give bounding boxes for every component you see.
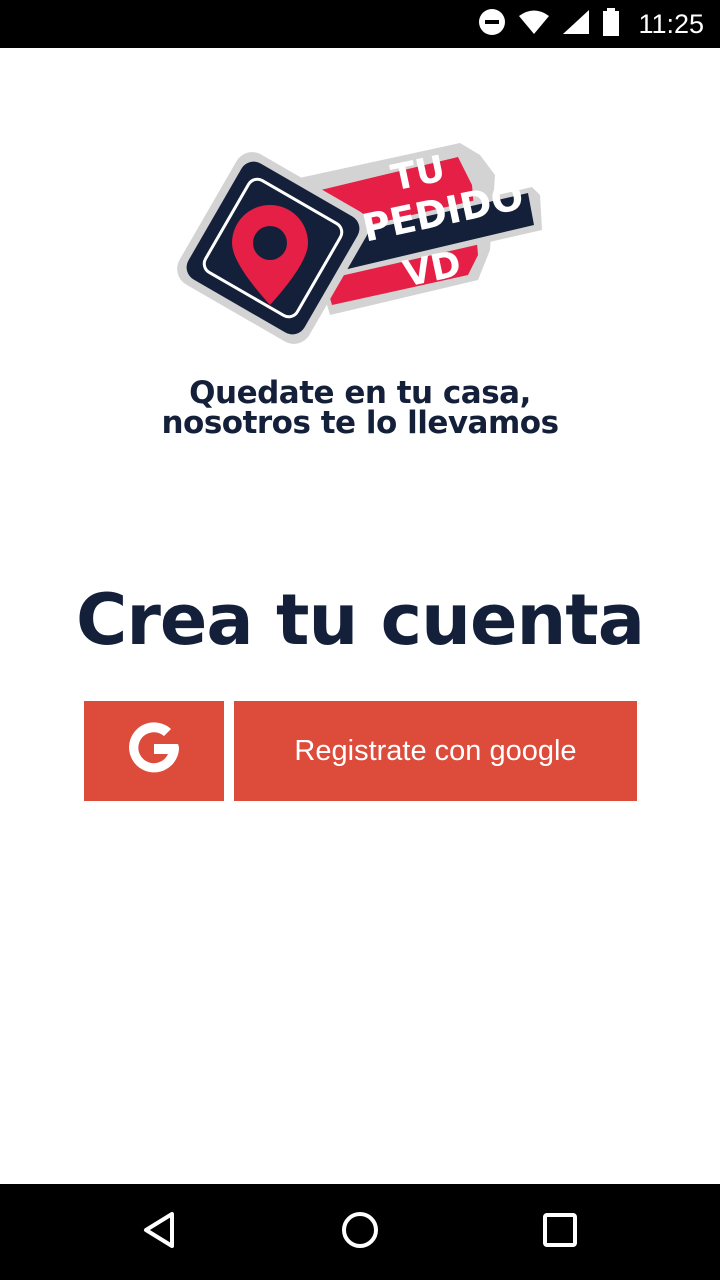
- tagline-line-2: nosotros te lo llevamos: [161, 405, 559, 441]
- logo-graphic: [177, 143, 542, 344]
- recent-apps-icon: [540, 1210, 580, 1255]
- google-g-icon: [123, 718, 185, 785]
- navigation-bar: [0, 1184, 720, 1280]
- status-bar: 11:25: [0, 0, 720, 48]
- battery-icon: [602, 7, 620, 41]
- home-icon: [340, 1210, 380, 1255]
- signal-icon: [562, 9, 590, 40]
- home-button[interactable]: [312, 1184, 408, 1280]
- do-not-disturb-icon: [478, 8, 506, 41]
- app-logo: TU PEDIDO VD: [160, 135, 560, 365]
- wifi-icon: [518, 9, 550, 40]
- register-with-google-button[interactable]: Registrate con google: [234, 701, 637, 801]
- page-title: Crea tu cuenta: [76, 579, 645, 661]
- status-time: 11:25: [638, 8, 704, 39]
- register-with-google-label: Registrate con google: [294, 734, 577, 767]
- back-icon: [140, 1210, 180, 1255]
- status-icons: 11:25: [478, 0, 704, 48]
- recent-apps-button[interactable]: [512, 1184, 608, 1280]
- google-icon-button[interactable]: [84, 701, 224, 801]
- back-button[interactable]: [112, 1184, 208, 1280]
